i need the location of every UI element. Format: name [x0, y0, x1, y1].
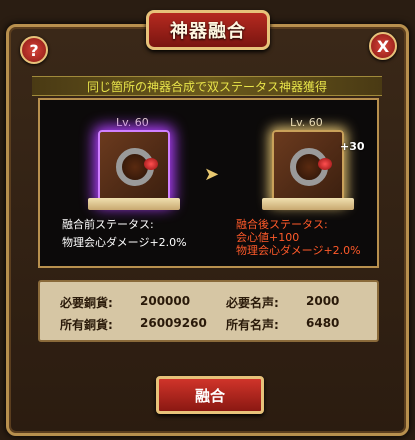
info-banner: 同じ箇所の神器合成で双ステータス神器獲得 — [32, 76, 382, 96]
after-artifact-card[interactable] — [272, 130, 344, 204]
book-icon — [88, 198, 180, 210]
before-artifact-card[interactable] — [98, 130, 170, 204]
enhance-level-badge: +30 — [340, 140, 365, 153]
gem-icon — [144, 158, 158, 170]
title-plate: 神器融合 — [146, 10, 270, 50]
banner-text: 同じ箇所の神器合成で双ステータス神器獲得 — [86, 79, 327, 94]
before-level: Lv. 60 — [116, 116, 149, 129]
owned-copper-label: 所有銅貨: — [60, 318, 113, 332]
owned-copper-value: 26009260 — [140, 316, 207, 330]
close-button[interactable]: X — [369, 32, 397, 60]
owned-fame-value: 6480 — [306, 316, 340, 330]
arrow-right-icon: ➤ — [204, 164, 220, 185]
merge-button[interactable]: 融合 — [156, 376, 264, 414]
required-copper-label: 必要銅貨: — [60, 296, 113, 310]
ring-icon — [116, 148, 158, 186]
after-stat-line: 会心値+100 — [236, 231, 300, 244]
owned-fame-label: 所有名声: — [226, 318, 279, 332]
fusion-preview-panel: Lv. 60 ➤ Lv. 60 +30 融合前ステータス: 物理会心ダメージ+2… — [38, 98, 379, 268]
before-stats-title: 融合前ステータス: — [62, 218, 154, 231]
required-copper-value: 200000 — [140, 294, 191, 308]
after-stat-line: 物理会心ダメージ+2.0% — [236, 244, 361, 257]
cost-info-panel: 必要銅貨: 200000 必要名声: 2000 所有銅貨: 26009260 所… — [38, 280, 379, 342]
ring-icon — [290, 148, 332, 186]
help-button[interactable]: ? — [20, 36, 48, 64]
required-fame-label: 必要名声: — [226, 296, 279, 310]
after-level: Lv. 60 — [290, 116, 323, 129]
book-icon — [262, 198, 354, 210]
dialog-title: 神器融合 — [170, 21, 246, 42]
required-fame-value: 2000 — [306, 294, 340, 308]
gem-icon — [318, 158, 332, 170]
before-stat-line: 物理会心ダメージ+2.0% — [62, 236, 187, 249]
after-stats-title: 融合後ステータス: — [236, 218, 328, 231]
